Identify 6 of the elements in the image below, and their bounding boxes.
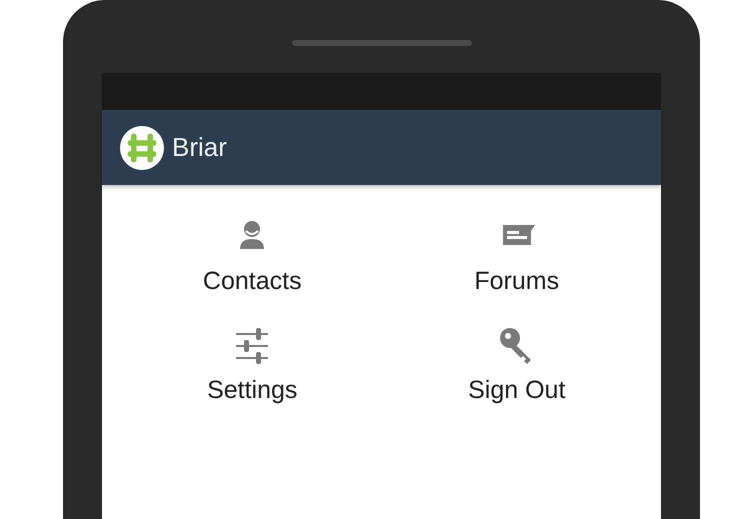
menu-item[interactable]: Sign Out [384,326,649,405]
logo-icon [120,126,164,170]
menu-item[interactable]: Forums [384,217,649,296]
app-title: Briar [172,132,227,163]
menu-item[interactable]: Settings [120,326,384,405]
menu-item[interactable]: Contacts [120,217,384,296]
